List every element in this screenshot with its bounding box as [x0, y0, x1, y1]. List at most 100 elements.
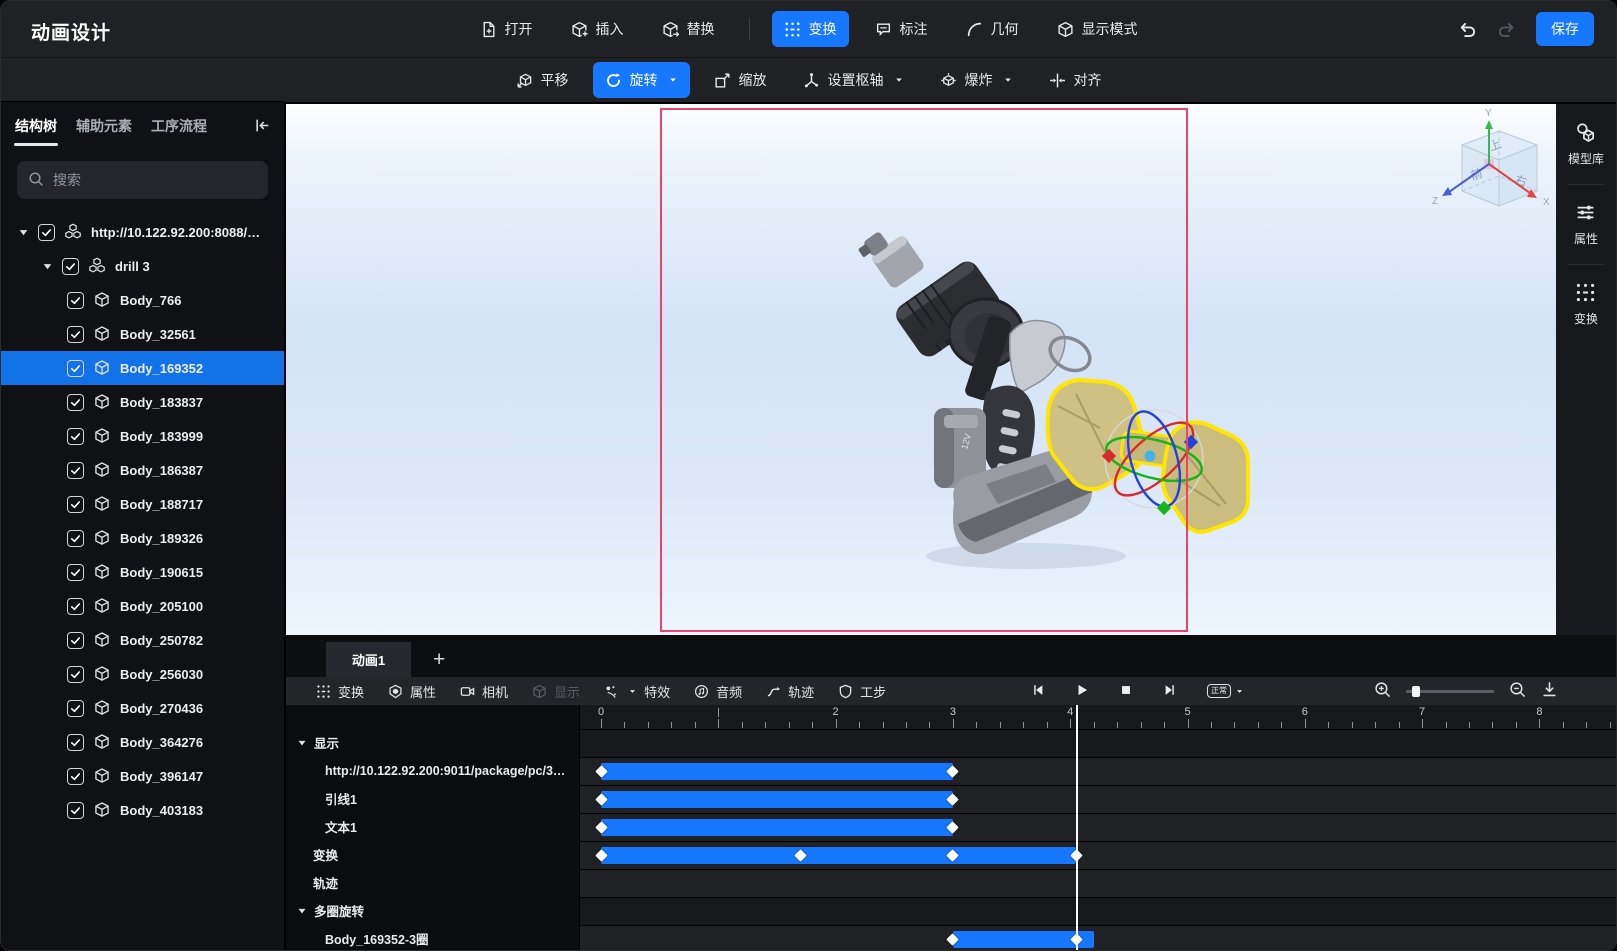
group-collapse-arrow[interactable]: [296, 737, 308, 749]
topbar-mode-geometry[interactable]: 几何: [954, 11, 1031, 47]
rail-item-properties[interactable]: 属性: [1574, 196, 1598, 253]
belt-clip-part[interactable]: [1010, 321, 1065, 394]
redo-button[interactable]: [1497, 20, 1516, 39]
topbar-action-cube-insert[interactable]: 插入: [559, 11, 636, 47]
transform-tool-rotate[interactable]: 旋转: [593, 62, 690, 98]
visibility-checkbox[interactable]: [67, 292, 84, 309]
timeline-bar[interactable]: [601, 819, 953, 836]
play-button[interactable]: [1075, 683, 1089, 700]
visibility-checkbox[interactable]: [67, 768, 84, 785]
topbar-mode-transform-grid[interactable]: 变换: [772, 11, 849, 47]
save-button[interactable]: 保存: [1536, 12, 1594, 46]
gizmo-y-handle[interactable]: [1157, 501, 1171, 515]
tree-item-Body_189326[interactable]: Body_189326: [1, 521, 284, 555]
prev-frame-button[interactable]: [1031, 683, 1045, 700]
track-lane-[interactable]: [580, 842, 1616, 870]
tree-expand-arrow[interactable]: [41, 260, 53, 272]
track-lane-[interactable]: [580, 898, 1616, 926]
visibility-checkbox[interactable]: [62, 258, 79, 275]
visibility-checkbox[interactable]: [67, 666, 84, 683]
tree-item-Body_270436[interactable]: Body_270436: [1, 691, 284, 725]
zoom-slider-handle[interactable]: [1412, 686, 1420, 697]
tree-item-Body_364276[interactable]: Body_364276: [1, 725, 284, 759]
drill-model[interactable]: 12V: [856, 231, 1248, 569]
transform-tool-explode[interactable]: 爆炸: [928, 62, 1025, 98]
playhead[interactable]: [1076, 705, 1078, 950]
tree-item-Body_250782[interactable]: Body_250782: [1, 623, 284, 657]
timeline-tool-transform-grid[interactable]: 变换: [316, 682, 364, 701]
search-input[interactable]: 搜索: [17, 161, 268, 199]
track-lane-[interactable]: [580, 730, 1616, 758]
undo-button[interactable]: [1458, 20, 1477, 39]
tree-item-Body_403183[interactable]: Body_403183: [1, 793, 284, 827]
rail-item-transform-grid[interactable]: 变换: [1574, 276, 1598, 333]
timeline-tab-1[interactable]: 动画1: [326, 642, 411, 677]
tree-item-Body_183837[interactable]: Body_183837: [1, 385, 284, 419]
topbar-action-cube-replace[interactable]: 替换: [650, 11, 727, 47]
transform-tool-translate[interactable]: 平移: [504, 62, 581, 98]
timeline-lanes[interactable]: 02345678: [579, 705, 1616, 950]
tree-item-Body_186387[interactable]: Body_186387: [1, 453, 284, 487]
visibility-checkbox[interactable]: [67, 428, 84, 445]
view-cube[interactable]: 上 前 右 Y X Z: [1432, 108, 1550, 208]
visibility-checkbox[interactable]: [67, 326, 84, 343]
viewport-3d[interactable]: 12V: [286, 104, 1558, 635]
visibility-checkbox[interactable]: [67, 802, 84, 819]
visibility-checkbox[interactable]: [67, 734, 84, 751]
track-lane-http10122922009011packagepc3dca[interactable]: [580, 758, 1616, 786]
rail-item-model-library[interactable]: 模型库: [1568, 116, 1604, 173]
track-lane-Body_169352-3[interactable]: [580, 926, 1616, 950]
timeline-zoom-slider[interactable]: [1406, 690, 1494, 693]
tree-item-Body_190615[interactable]: Body_190615: [1, 555, 284, 589]
timeline-bar[interactable]: [601, 847, 1076, 864]
collapse-sidebar-button[interactable]: [254, 117, 271, 134]
tree-item-Body_188717[interactable]: Body_188717: [1, 487, 284, 521]
topbar-mode-display-mode[interactable]: 显示模式: [1045, 11, 1150, 47]
zoom-in-icon[interactable]: [1374, 681, 1391, 701]
timeline-bar[interactable]: [601, 763, 953, 780]
sidebar-tab-3[interactable]: 工序流程: [150, 110, 208, 142]
add-animation-tab-button[interactable]: +: [433, 648, 445, 672]
tree-expand-arrow[interactable]: [17, 226, 29, 238]
visibility-checkbox[interactable]: [67, 360, 84, 377]
timeline-tool-camera[interactable]: 相机: [460, 682, 508, 701]
gizmo-center-dot[interactable]: [1145, 451, 1156, 462]
visibility-checkbox[interactable]: [67, 598, 84, 615]
visibility-checkbox[interactable]: [67, 700, 84, 717]
tree-item-Body_32561[interactable]: Body_32561: [1, 317, 284, 351]
visibility-checkbox[interactable]: [67, 462, 84, 479]
timeline-bar[interactable]: [601, 791, 953, 808]
tree-item-Body_256030[interactable]: Body_256030: [1, 657, 284, 691]
next-frame-button[interactable]: [1163, 683, 1177, 700]
tree-item-Body_396147[interactable]: Body_396147: [1, 759, 284, 793]
tree-item-Body_169352[interactable]: Body_169352: [1, 351, 284, 385]
visibility-checkbox[interactable]: [67, 496, 84, 513]
timeline-tool-audio[interactable]: 音频: [694, 682, 742, 701]
tree-item-Body_205100[interactable]: Body_205100: [1, 589, 284, 623]
speed-selector[interactable]: 正常: [1207, 684, 1244, 699]
track-lane-[interactable]: [580, 870, 1616, 898]
track-lane-1[interactable]: [580, 786, 1616, 814]
zoom-out-icon[interactable]: [1509, 681, 1526, 701]
timeline-ruler[interactable]: 02345678: [580, 705, 1616, 730]
tree-item-drill3[interactable]: drill 3: [1, 249, 284, 283]
group-collapse-arrow[interactable]: [296, 905, 308, 917]
topbar-mode-annotate[interactable]: 标注: [863, 11, 940, 47]
sidebar-tab-2[interactable]: 辅助元素: [75, 110, 133, 142]
visibility-checkbox[interactable]: [67, 394, 84, 411]
track-label-group[interactable]: 显示: [286, 729, 579, 757]
timeline-tool-effects[interactable]: 特效: [604, 682, 670, 701]
transform-tool-scale[interactable]: 缩放: [702, 62, 779, 98]
track-label-group[interactable]: 多圈旋转: [286, 897, 579, 925]
visibility-checkbox[interactable]: [67, 564, 84, 581]
topbar-action-file-open[interactable]: 打开: [468, 11, 545, 47]
visibility-checkbox[interactable]: [38, 224, 55, 241]
tree-item-http10122922008088pack[interactable]: http://10.122.92.200:8088/pack…: [1, 215, 284, 249]
stop-button[interactable]: [1119, 683, 1133, 700]
visibility-checkbox[interactable]: [67, 530, 84, 547]
tree-item-Body_766[interactable]: Body_766: [1, 283, 284, 317]
transform-tool-pivot[interactable]: 设置枢轴: [791, 62, 916, 98]
tree-item-Body_183999[interactable]: Body_183999: [1, 419, 284, 453]
transform-tool-align[interactable]: 对齐: [1037, 62, 1114, 98]
visibility-checkbox[interactable]: [67, 632, 84, 649]
